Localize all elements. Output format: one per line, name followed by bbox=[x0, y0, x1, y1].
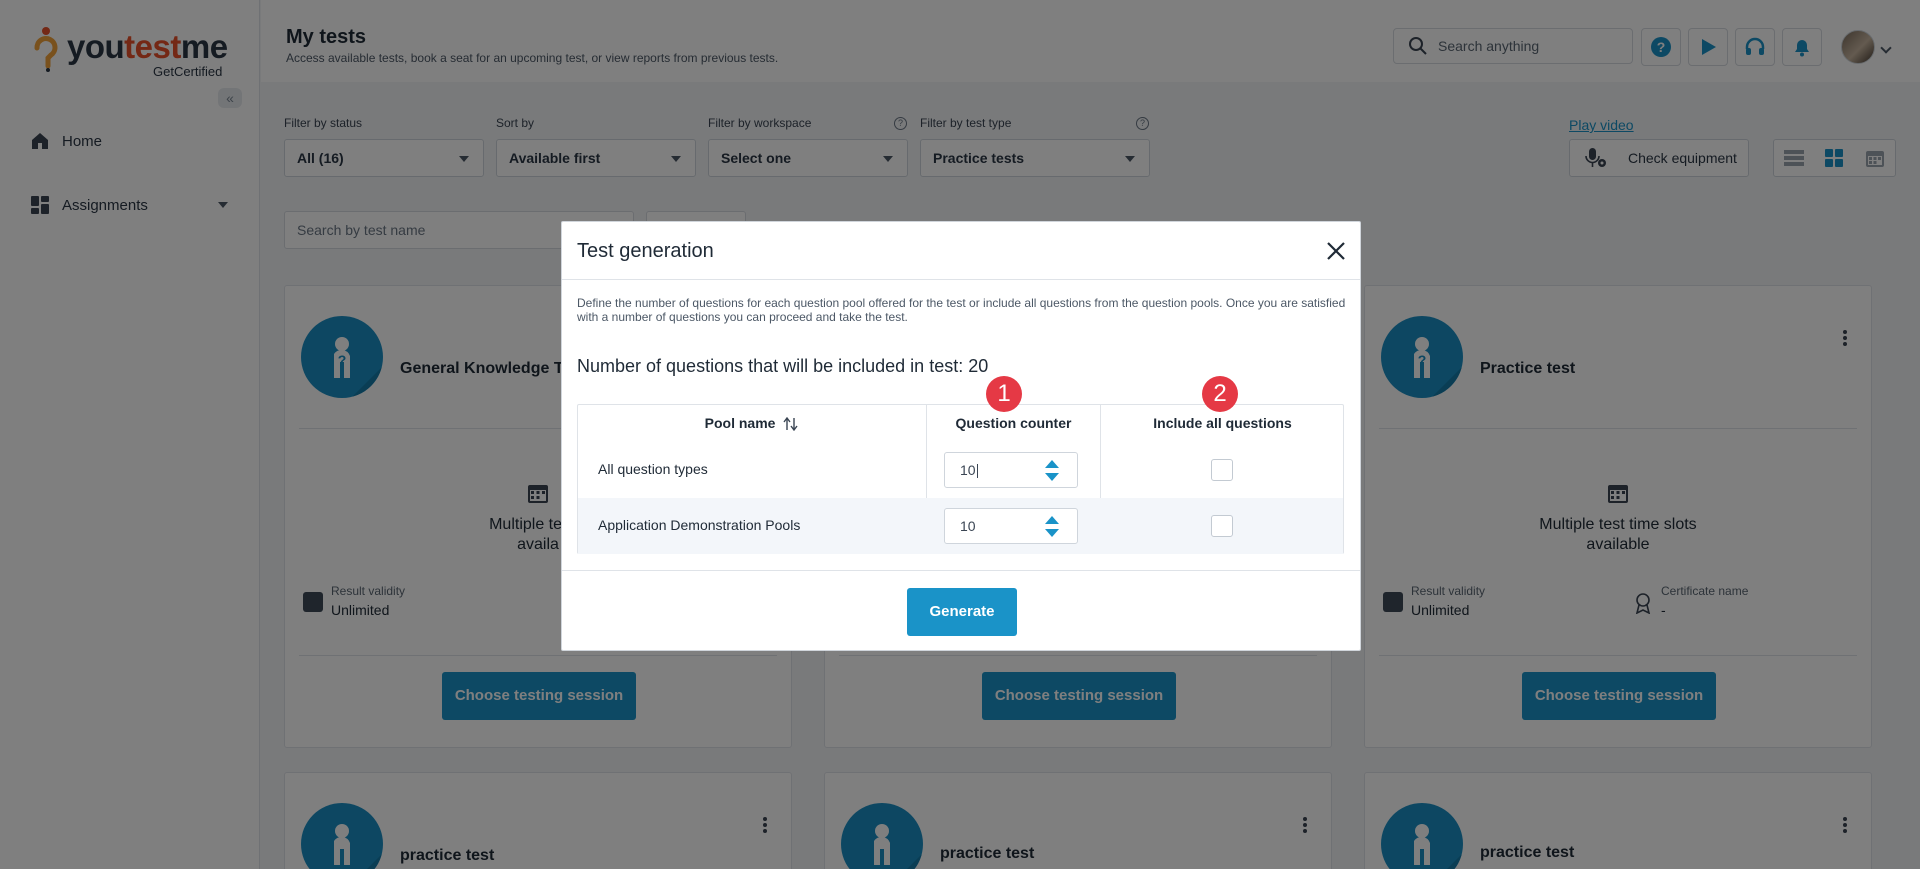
question-counter-stepper[interactable]: 10 bbox=[944, 508, 1078, 544]
pool-name: Application Demonstration Pools bbox=[598, 517, 801, 533]
annotation-badge: 2 bbox=[1202, 376, 1238, 412]
dialog-description: Define the number of questions for each … bbox=[577, 296, 1346, 324]
dialog-title: Test generation bbox=[577, 240, 714, 262]
include-all-checkbox[interactable] bbox=[1211, 459, 1233, 481]
annotation-badge: 1 bbox=[986, 376, 1022, 412]
pool-name: All question types bbox=[598, 461, 708, 477]
generate-button[interactable]: Generate bbox=[907, 588, 1017, 636]
divider bbox=[562, 570, 1360, 571]
close-icon[interactable] bbox=[1324, 239, 1348, 263]
increment-icon[interactable] bbox=[1045, 516, 1059, 524]
include-all-checkbox[interactable] bbox=[1211, 515, 1233, 537]
table-row: Application Demonstration Pools 10 bbox=[578, 498, 1343, 554]
divider bbox=[562, 279, 1360, 280]
question-counter-header: Question counter bbox=[955, 415, 1072, 431]
decrement-icon[interactable] bbox=[1045, 473, 1059, 481]
question-counter-stepper[interactable]: 10 bbox=[944, 452, 1078, 488]
question-count-text: Number of questions that will be include… bbox=[577, 356, 989, 376]
pool-name-header[interactable]: Pool name bbox=[578, 405, 926, 442]
increment-icon[interactable] bbox=[1045, 460, 1059, 468]
table-row: All question types 10 bbox=[578, 442, 1343, 498]
test-generation-dialog: Test generation Define the number of que… bbox=[561, 221, 1361, 651]
question-pool-table: Pool name Question counter Include all q… bbox=[577, 404, 1344, 554]
decrement-icon[interactable] bbox=[1045, 529, 1059, 537]
sort-icon[interactable] bbox=[783, 417, 799, 432]
